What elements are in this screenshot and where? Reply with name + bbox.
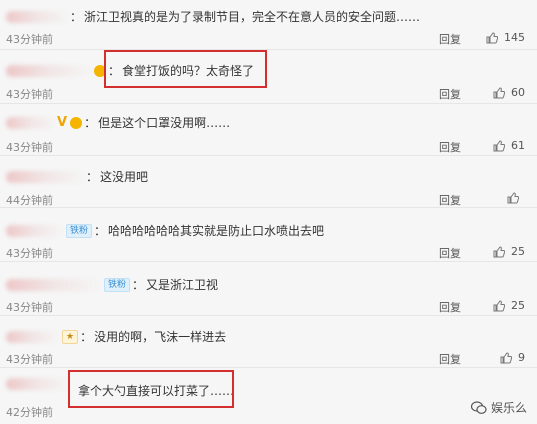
like-button[interactable]: 60 xyxy=(493,86,525,99)
colon: ： xyxy=(70,10,83,24)
reply-button[interactable]: 回复 xyxy=(439,192,461,208)
vip-badge-icon xyxy=(70,116,83,129)
reply-button[interactable]: 回复 xyxy=(439,139,461,155)
thumbs-up-icon xyxy=(493,299,505,311)
like-count: 25 xyxy=(511,299,525,312)
comment-text: 浙江卫视真的是为了录制节目，完全不在意人员的安全问题…… xyxy=(84,10,421,24)
verified-v-icon: V xyxy=(57,115,68,130)
like-button[interactable]: 61 xyxy=(493,139,525,152)
comment-time: 42分钟前 xyxy=(6,406,53,419)
username-blurred[interactable] xyxy=(6,224,64,237)
vip-badge-icon: ★ xyxy=(62,329,79,344)
comment-time: 44分钟前 xyxy=(6,194,53,207)
watermark: 娱乐么 xyxy=(470,399,527,416)
colon: ： xyxy=(80,330,93,344)
like-button[interactable]: 145 xyxy=(486,31,525,44)
reply-button[interactable]: 回复 xyxy=(439,86,461,102)
like-count: 25 xyxy=(511,245,525,258)
thumbs-up-icon xyxy=(500,351,512,363)
comment-item: 铁粉 ： 又是浙江卫视 43分钟前 回复 25 xyxy=(0,262,537,316)
username-blurred[interactable] xyxy=(6,330,60,343)
reply-button[interactable]: 回复 xyxy=(439,351,461,367)
comment-time: 43分钟前 xyxy=(6,301,53,314)
comment-time: 43分钟前 xyxy=(6,88,53,101)
wechat-icon xyxy=(470,400,487,414)
username-blurred[interactable] xyxy=(6,378,70,390)
thumbs-up-icon xyxy=(486,31,498,43)
like-count: 9 xyxy=(518,351,525,364)
like-button[interactable] xyxy=(507,192,525,204)
highlight-box xyxy=(68,370,234,408)
comment-time: 43分钟前 xyxy=(6,247,53,260)
username-blurred[interactable] xyxy=(6,278,102,291)
comment-item: ★ ： 没用的啊，飞沫一样进去 43分钟前 回复 9 xyxy=(0,316,537,368)
thumbs-up-icon xyxy=(507,192,519,204)
username-blurred[interactable] xyxy=(6,10,70,23)
watermark-label: 娱乐么 xyxy=(490,401,527,415)
like-button[interactable]: 9 xyxy=(500,351,525,364)
like-count: 60 xyxy=(511,86,525,99)
like-count: 61 xyxy=(511,139,525,152)
colon: ： xyxy=(94,224,107,238)
colon: ： xyxy=(84,116,97,130)
colon: ： xyxy=(132,278,145,292)
username-blurred[interactable] xyxy=(6,116,56,129)
comment-list: ： 浙江卫视真的是为了录制节目，完全不在意人员的安全问题…… 43分钟前 回复 … xyxy=(0,0,537,424)
highlight-box xyxy=(104,50,267,88)
fan-badge: 铁粉 xyxy=(104,277,131,292)
username-blurred[interactable] xyxy=(6,170,86,183)
reply-button[interactable]: 回复 xyxy=(439,299,461,315)
comment-item: ： 浙江卫视真的是为了录制节目，完全不在意人员的安全问题…… 43分钟前 回复 … xyxy=(0,0,537,50)
reply-button[interactable]: 回复 xyxy=(439,245,461,261)
comment-time: 43分钟前 xyxy=(6,33,53,46)
comment-time: 43分钟前 xyxy=(6,353,53,366)
comment-item: ： 食堂打饭的吗？太奇怪了 43分钟前 回复 60 xyxy=(0,50,537,104)
comment-text: 这没用吧 xyxy=(100,170,149,184)
comment-item: V ： 但是这个口罩没用啊…… 43分钟前 回复 61 xyxy=(0,104,537,156)
comment-text: 哈哈哈哈哈哈其实就是防止口水喷出去吧 xyxy=(108,224,325,238)
like-button[interactable]: 25 xyxy=(493,245,525,258)
comment-text: 没用的啊，飞沫一样进去 xyxy=(94,330,227,344)
thumbs-up-icon xyxy=(493,139,505,151)
thumbs-up-icon xyxy=(493,86,505,98)
comment-time: 43分钟前 xyxy=(6,141,53,154)
like-button[interactable]: 25 xyxy=(493,299,525,312)
reply-button[interactable]: 回复 xyxy=(439,31,461,47)
comment-item: ： 这没用吧 44分钟前 回复 xyxy=(0,156,537,208)
comment-text: 又是浙江卫视 xyxy=(146,278,219,292)
comment-text: 但是这个口罩没用啊…… xyxy=(98,116,231,130)
username-blurred[interactable] xyxy=(6,64,92,77)
like-count: 145 xyxy=(504,31,525,44)
colon: ： xyxy=(86,170,99,184)
fan-badge: 铁粉 xyxy=(66,223,93,238)
comment-item: 铁粉 ： 哈哈哈哈哈哈其实就是防止口水喷出去吧 43分钟前 回复 25 xyxy=(0,208,537,262)
thumbs-up-icon xyxy=(493,245,505,257)
